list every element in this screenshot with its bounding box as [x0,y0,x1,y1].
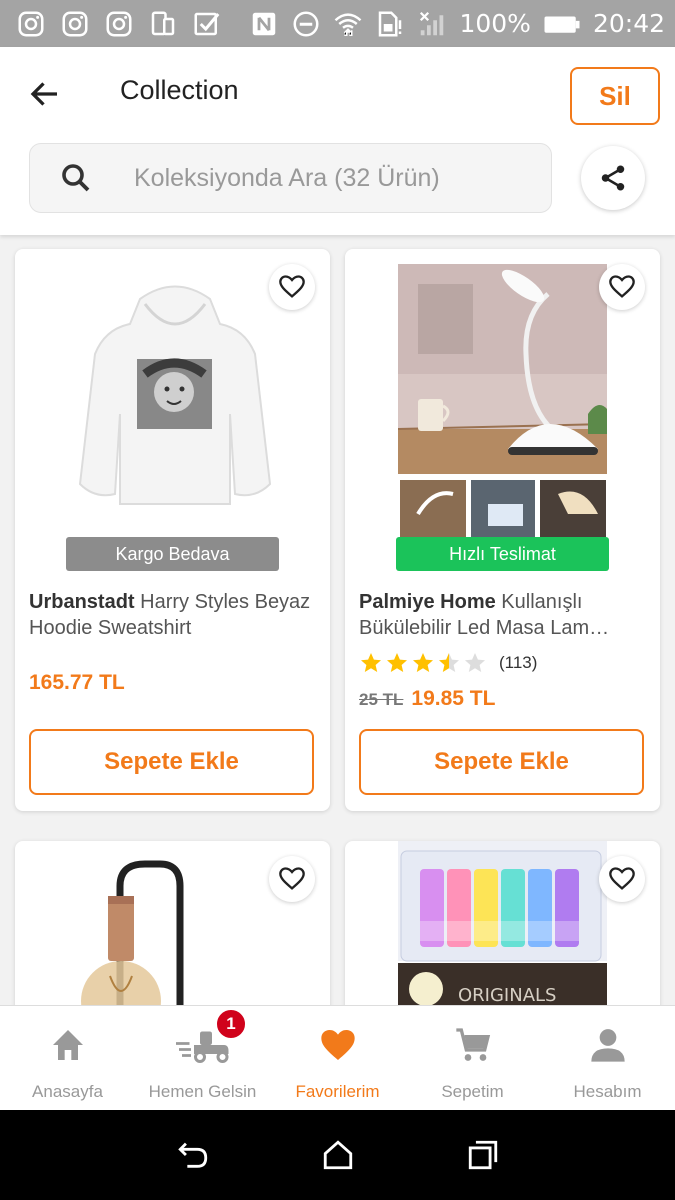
product-title: Urbanstadt Harry Styles Beyaz Hoodie Swe… [29,589,317,641]
system-recents-button[interactable] [463,1135,503,1175]
heart-outline-icon [609,275,635,298]
product-brand: Urbanstadt [29,591,135,613]
star-half-icon [439,653,459,672]
heart-outline-icon [279,867,305,890]
nav-item-favorites[interactable]: Favorilerim [270,1006,405,1110]
share-icon [601,165,625,191]
clock: 20:42 [592,9,665,38]
notification-badge: 1 [215,1008,247,1040]
star-full-icon [413,653,433,672]
svg-text:ORIGINALS: ORIGINALS [458,985,556,1006]
favorite-button[interactable] [599,264,645,310]
search-input[interactable] [134,163,514,193]
product-image [70,856,280,1016]
nav-item-account[interactable]: Hesabım [540,1006,675,1110]
star-empty-icon [465,653,485,672]
heart-outline-icon [609,867,635,890]
page-title: Collection [120,75,239,105]
back-button[interactable] [22,71,68,117]
nav-label: Sepetim [441,1082,504,1101]
nav-item-quick-delivery[interactable]: 1 Hemen Gelsin [135,1006,270,1110]
product-price-row: 25 TL 19.85 TL [359,687,495,711]
nav-label: Anasayfa [32,1082,103,1101]
add-to-cart-button[interactable]: Sepete Ekle [359,729,644,795]
product-price: 19.85 TL [411,687,496,710]
do-not-disturb-icon [291,9,321,39]
share-button[interactable] [581,146,645,210]
system-home-button[interactable] [318,1135,358,1175]
favorite-button[interactable] [599,856,645,902]
battery-percentage: 100% [459,9,531,38]
product-brand: Palmiye Home [359,591,496,613]
nav-item-cart[interactable]: Sepetim [405,1006,540,1110]
system-nav-bar [0,1110,675,1200]
star-full-icon [387,653,407,672]
search-icon [62,164,90,192]
delete-button[interactable]: Sil [570,67,660,125]
star-full-icon [361,653,381,672]
instagram-icon [16,9,46,39]
heart-outline-icon [279,275,305,298]
rating-stars: (113) [359,651,537,675]
devices-icon [148,9,178,39]
user-icon [578,1024,638,1066]
checkbox-icon [192,9,222,39]
nav-label: Hesabım [573,1082,642,1101]
product-image [70,264,280,544]
product-card[interactable]: Kargo Bedava Urbanstadt Harry Styles Bey… [15,249,330,811]
recents-icon [468,1140,497,1170]
favorite-button[interactable] [269,856,315,902]
product-image: ORIGINALS [398,841,607,1016]
nav-label: Hemen Gelsin [148,1082,257,1101]
fast-delivery-badge: Hızlı Teslimat [396,537,609,571]
product-image [398,264,607,544]
product-title: Palmiye Home Kullanışlı Bükülebilir Led … [359,589,647,641]
nfc-icon [249,9,279,39]
instagram-icon [60,9,90,39]
home-icon [38,1024,98,1066]
arrow-left-icon [30,82,57,106]
favorite-button[interactable] [269,264,315,310]
status-bar: 100% 20:42 [0,0,675,47]
no-signal-icon [417,9,447,39]
product-card[interactable]: Hızlı Teslimat Palmiye Home Kullanışlı B… [345,249,660,811]
add-to-cart-button[interactable]: Sepete Ekle [29,729,314,795]
home-outline-icon [323,1140,352,1170]
sim-alert-icon [375,9,405,39]
rating-count: (113) [499,653,538,672]
back-arrow-icon [177,1142,207,1168]
header: Collection Sil [0,47,675,235]
free-shipping-badge: Kargo Bedava [66,537,279,571]
cart-icon [443,1024,503,1066]
wifi-icon [333,9,363,39]
bottom-nav: Anasayfa 1 Hemen Gelsin Favorilerim Sepe… [0,1005,675,1110]
product-price: 165.77 TL [29,671,125,694]
battery-icon [543,9,581,39]
system-back-button[interactable] [173,1135,213,1175]
instagram-icon [104,9,134,39]
nav-item-home[interactable]: Anasayfa [0,1006,135,1110]
search-box[interactable] [29,143,552,213]
nav-label: Favorilerim [295,1082,380,1101]
heart-icon [308,1024,368,1066]
old-price: 25 TL [359,690,404,709]
